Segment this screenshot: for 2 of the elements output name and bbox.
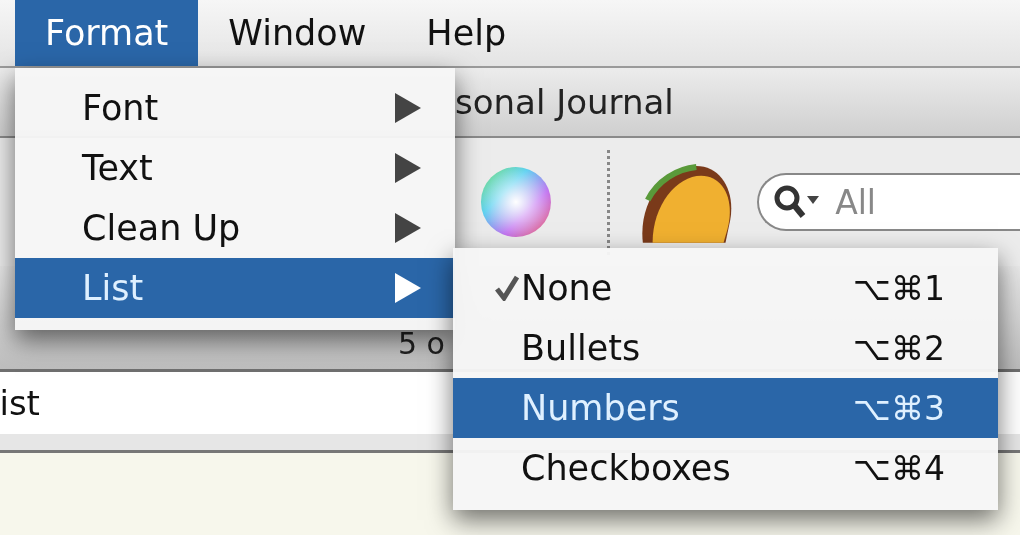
entry-count: 5 o	[398, 326, 445, 361]
window-title: sonal Journal	[455, 82, 674, 122]
